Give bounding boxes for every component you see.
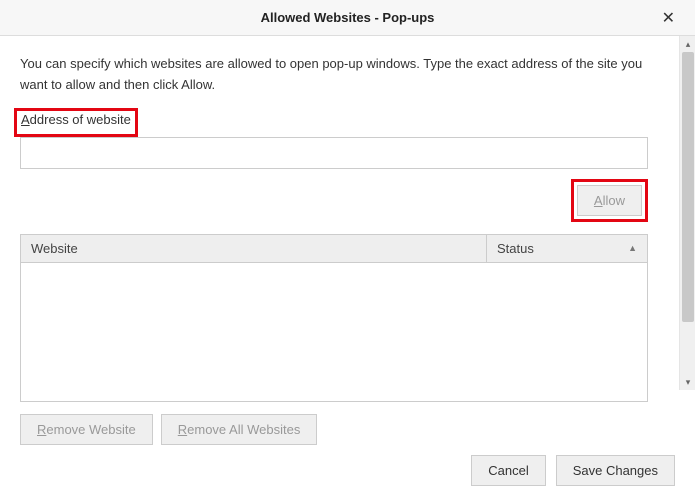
column-header-status-label: Status xyxy=(497,241,534,256)
table-header: Website Status ▲ xyxy=(21,235,647,263)
remove-buttons-row: Remove Website Remove All Websites xyxy=(20,414,675,445)
footer-buttons: Cancel Save Changes xyxy=(471,455,675,486)
sort-caret-icon: ▲ xyxy=(628,243,637,253)
dialog-content: You can specify which websites are allow… xyxy=(0,36,695,500)
cancel-button[interactable]: Cancel xyxy=(471,455,545,486)
dialog-titlebar: Allowed Websites - Pop-ups ✕ xyxy=(0,0,695,36)
allow-row: Allow xyxy=(20,179,648,222)
address-label-wrapper: Address of website xyxy=(20,108,675,137)
address-label-highlight: Address of website xyxy=(14,108,138,137)
address-input[interactable] xyxy=(20,137,648,169)
dialog-title: Allowed Websites - Pop-ups xyxy=(261,10,435,25)
remove-website-button[interactable]: Remove Website xyxy=(20,414,153,445)
close-icon[interactable]: ✕ xyxy=(654,4,683,32)
column-header-website-label: Website xyxy=(31,241,78,256)
description-text: You can specify which websites are allow… xyxy=(20,54,675,96)
remove-all-websites-button[interactable]: Remove All Websites xyxy=(161,414,318,445)
address-label: Address of website xyxy=(21,112,131,127)
table-body[interactable] xyxy=(21,263,647,401)
allow-button[interactable]: Allow xyxy=(577,185,642,216)
column-header-website[interactable]: Website xyxy=(21,235,487,262)
column-header-status[interactable]: Status ▲ xyxy=(487,235,647,262)
websites-table: Website Status ▲ xyxy=(20,234,648,402)
allow-button-highlight: Allow xyxy=(571,179,648,222)
save-changes-button[interactable]: Save Changes xyxy=(556,455,675,486)
